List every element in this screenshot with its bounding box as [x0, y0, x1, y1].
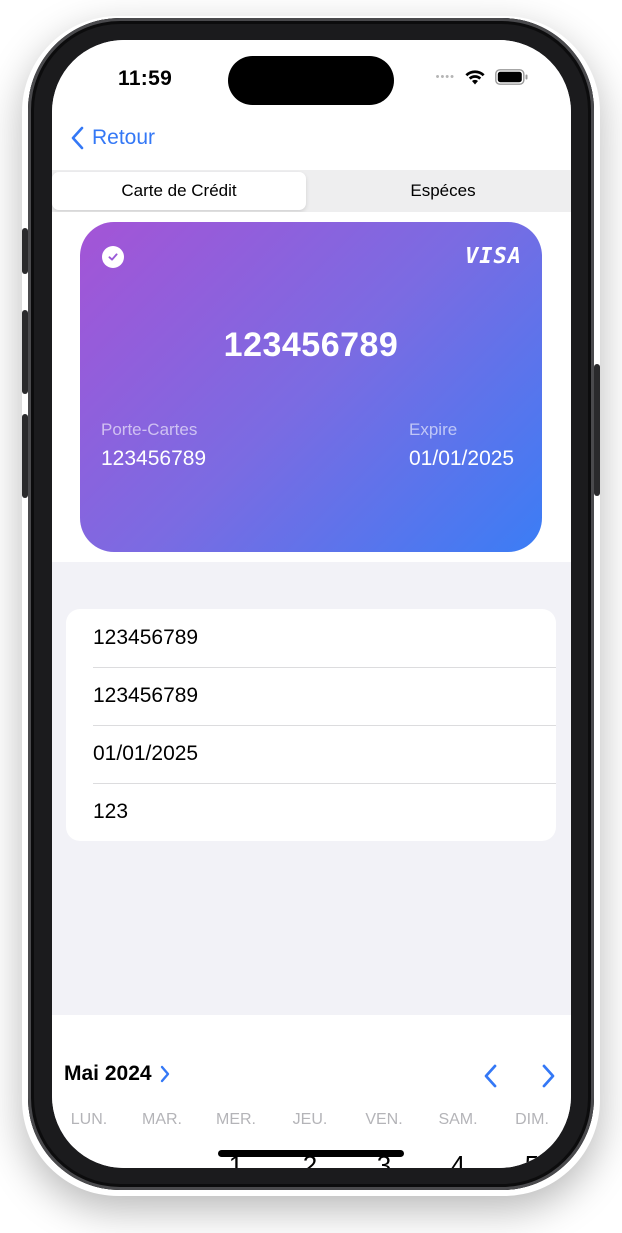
- calendar-day[interactable]: 4: [438, 1150, 478, 1168]
- card-brand-logo: VISA: [465, 244, 522, 269]
- weekday-label: JEU.: [292, 1111, 328, 1128]
- back-button-label: Retour: [92, 126, 156, 149]
- home-indicator: [218, 1150, 404, 1157]
- month-year-selector[interactable]: Mai 2024: [64, 1062, 170, 1086]
- weekday-label: DIM.: [515, 1111, 549, 1128]
- dynamic-island: [228, 56, 394, 105]
- month-year-label: Mai 2024: [64, 1062, 152, 1085]
- card-number-field[interactable]: 123456789: [66, 609, 556, 667]
- wifi-icon: [465, 70, 485, 85]
- weekday-label: VEN.: [365, 1111, 403, 1128]
- status-icons: ••••: [436, 69, 529, 85]
- chevron-right-icon: [542, 1064, 555, 1088]
- cvv-field[interactable]: 123: [66, 783, 556, 841]
- payment-type-segmented-control: Carte de Crédit Espéces: [52, 170, 571, 212]
- weekday-label: MER.: [216, 1111, 256, 1128]
- cellular-signal-icon: ••••: [435, 71, 455, 83]
- card-holder-value: 123456789: [101, 447, 207, 470]
- action-button: [22, 228, 28, 274]
- next-month-button[interactable]: [536, 1061, 562, 1091]
- weekday-label: SAM.: [438, 1111, 478, 1128]
- chevron-left-icon: [71, 126, 84, 150]
- chevron-right-icon: [160, 1065, 169, 1083]
- date-picker: Mai 2024 LUN. MAR. MER. JEU. VEN. SAM. D…: [52, 1015, 571, 1168]
- card-details-form: 123456789 123456789 01/01/2025 123: [66, 609, 556, 841]
- weekday-label: MAR.: [142, 1111, 182, 1128]
- status-time: 11:59: [118, 67, 173, 90]
- card-number: 123456789: [223, 326, 399, 364]
- weekday-label: LUN.: [70, 1111, 108, 1128]
- power-button: [594, 364, 600, 496]
- previous-month-button[interactable]: [477, 1061, 503, 1091]
- tab-credit-card[interactable]: Carte de Crédit: [52, 172, 306, 210]
- calendar-day[interactable]: 5: [512, 1150, 552, 1168]
- card-preview-section: VISA 123456789 Porte-Cartes 123456789 Ex…: [52, 212, 571, 562]
- checkmark-icon: [102, 246, 124, 268]
- phone-screen: 11:59 •••• Retour Carte de Crédit Espéce…: [52, 40, 571, 1168]
- back-button[interactable]: Retour: [70, 126, 155, 150]
- card-expiry-value: 01/01/2025: [409, 447, 515, 470]
- credit-card-preview[interactable]: VISA 123456789 Porte-Cartes 123456789 Ex…: [80, 222, 542, 552]
- card-holder-field[interactable]: 123456789: [66, 667, 556, 725]
- chevron-left-icon: [484, 1064, 497, 1088]
- weekday-header: LUN. MAR. MER. JEU. VEN. SAM. DIM.: [52, 1111, 571, 1131]
- volume-up-button: [22, 310, 28, 394]
- volume-down-button: [22, 414, 28, 498]
- navigation-bar: Retour: [52, 112, 571, 170]
- battery-icon: [495, 69, 528, 85]
- expiry-date-field[interactable]: 01/01/2025: [66, 725, 556, 783]
- card-expiry-label: Expire: [409, 420, 458, 439]
- card-holder-label: Porte-Cartes: [101, 420, 198, 439]
- tab-cash[interactable]: Espéces: [315, 172, 571, 210]
